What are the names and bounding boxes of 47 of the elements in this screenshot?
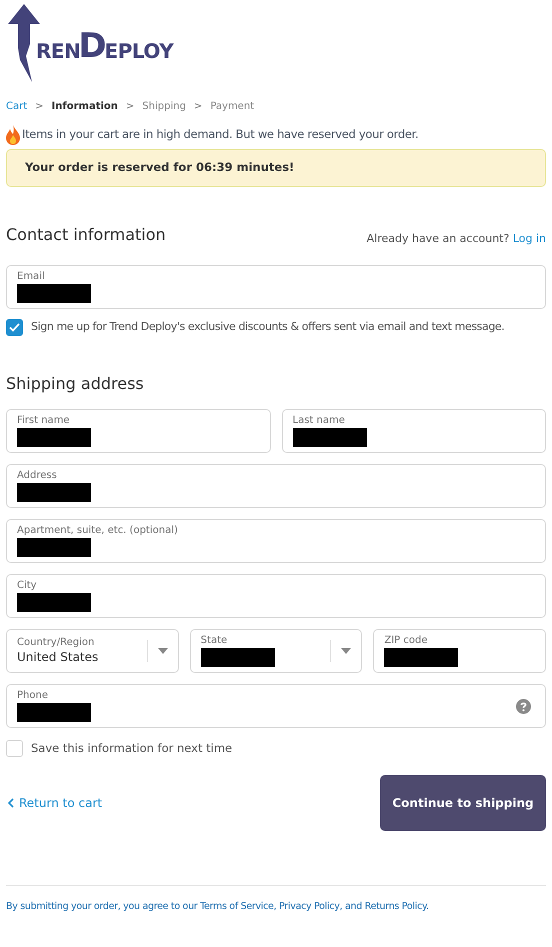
field-label: Last name: [292, 415, 346, 427]
section-heading: Shipping address: [6, 373, 145, 395]
field-label: First name: [17, 415, 71, 427]
input-field[interactable]: Apartment, suite, etc. (optional): [6, 519, 546, 563]
breadcrumb-item[interactable]: Cart: [6, 98, 28, 114]
terms-notice: By submitting your order, you agree to our Terms of Service, Privacy Policy, and Returns Policy.: [6, 900, 430, 914]
chevron-left-icon: [8, 798, 14, 808]
input-field[interactable]: Last name: [282, 409, 546, 453]
field-label: City: [17, 580, 38, 592]
checkbox-label: Sign me up for Trend Deploy's exclusive discounts & offers sent via email and text message.: [31, 319, 504, 336]
checkmark-icon: [9, 323, 20, 332]
input-field[interactable]: ZIP code: [373, 629, 546, 673]
section-heading: Contact information: [6, 224, 166, 246]
input-field[interactable]: First name: [6, 409, 270, 453]
reservation-banner: Your order is reserved for 06:39 minutes!: [6, 149, 546, 187]
flame-icon: [6, 125, 20, 145]
field-label: ZIP code: [384, 635, 428, 647]
dropdown-caret-icon: [158, 648, 168, 654]
dropdown-caret-icon: [341, 648, 352, 654]
breadcrumb-item: Information: [52, 100, 118, 114]
field-label: Phone: [17, 690, 49, 702]
breadcrumb-separator: >: [194, 100, 202, 114]
select-field[interactable]: State: [190, 629, 362, 673]
checkbox-label: Save this information for next time: [31, 740, 232, 757]
return-link[interactable]: Return to cart: [8, 794, 102, 812]
breadcrumb-item: Payment: [210, 100, 254, 114]
field-label: Address: [17, 470, 58, 482]
breadcrumb-separator: >: [35, 100, 44, 114]
input-field[interactable]: Phone: [6, 684, 546, 728]
brand-logo: RENDEPLOY: [36, 29, 174, 63]
checkbox[interactable]: [6, 319, 23, 336]
field-label: State: [200, 635, 228, 647]
field-label: Email: [17, 271, 46, 283]
input-field[interactable]: City: [6, 574, 546, 618]
demand-notice: Items in your cart are in high demand. But we have reserved your order.: [22, 126, 418, 144]
login-link[interactable]: Log in: [512, 232, 546, 244]
breadcrumb-item: Shipping: [142, 100, 186, 114]
account-prompt: Already have an account?: [366, 232, 510, 244]
field-value: United States: [17, 649, 100, 665]
field-label: Country/Region: [17, 637, 96, 649]
select-field[interactable]: Country/Region United States: [6, 629, 179, 673]
field-label: Apartment, suite, etc. (optional): [17, 525, 179, 537]
continue-button[interactable]: Continue to shipping: [380, 775, 546, 832]
breadcrumb-separator: >: [126, 100, 134, 114]
input-field[interactable]: Email: [6, 265, 546, 309]
help-icon[interactable]: [516, 698, 531, 714]
input-field[interactable]: Address: [6, 464, 546, 508]
